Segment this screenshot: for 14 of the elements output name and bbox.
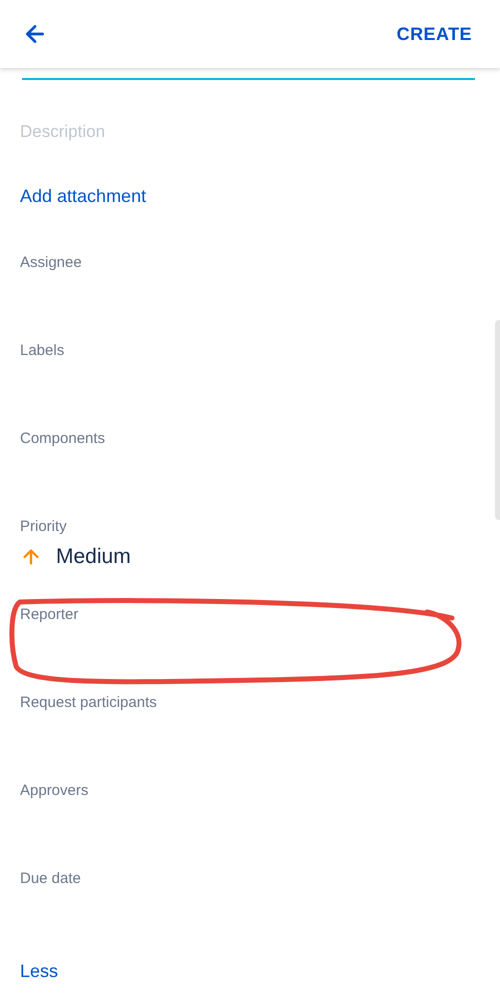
field-label: Assignee — [20, 253, 82, 273]
scrollbar-handle[interactable] — [495, 320, 500, 520]
priority-value[interactable]: Medium — [20, 544, 131, 570]
field-label: Due date — [20, 869, 81, 889]
create-button[interactable]: CREATE — [396, 20, 472, 48]
field-label: Reporter — [20, 605, 78, 625]
field-label: Request participants — [20, 693, 157, 713]
field-label: Priority — [20, 517, 67, 537]
less-link[interactable]: Less — [20, 960, 58, 982]
field-label: Labels — [20, 341, 64, 361]
field-label: Approvers — [20, 781, 88, 801]
description-field[interactable]: Description — [20, 121, 460, 143]
add-attachment-link[interactable]: Add attachment — [20, 184, 146, 208]
field-label: Components — [20, 429, 106, 449]
